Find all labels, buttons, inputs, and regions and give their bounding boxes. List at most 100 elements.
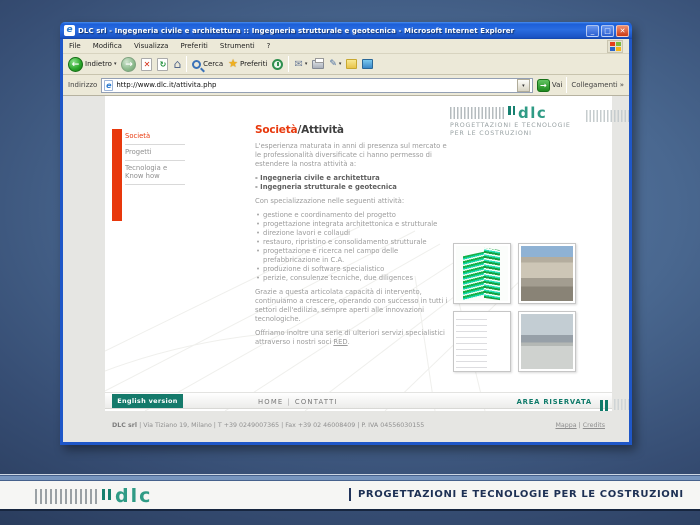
page-title: Società/Attività [255, 124, 453, 136]
mail-caret-icon: ▾ [305, 61, 308, 67]
discuss-button[interactable] [346, 59, 357, 69]
footer-divider [349, 488, 351, 501]
windows-logo-icon [607, 40, 623, 53]
footer-logo-text: dlc [115, 489, 152, 504]
back-caret-icon: ▾ [114, 61, 117, 67]
thumbnail-building-photo-3[interactable] [518, 311, 576, 372]
menu-item-file[interactable]: File [69, 42, 81, 50]
intro-paragraph: L'esperienza maturata in anni di presenz… [255, 142, 453, 169]
reserved-area-link[interactable]: AREA RISERVATA [517, 398, 592, 406]
search-icon [192, 60, 201, 69]
close-button[interactable]: ✕ [616, 25, 629, 37]
thumbnail-building-photo-1[interactable] [518, 243, 576, 304]
maximize-button[interactable]: □ [601, 25, 614, 37]
slide-footer-band: dlc PROGETTAZIONI E TECNOLOGIE PER LE CO… [0, 481, 700, 509]
search-label: Cerca [203, 60, 223, 68]
search-button[interactable]: Cerca [192, 60, 223, 69]
reserved-area-bars-icon [598, 396, 608, 415]
home-icon: ⌂ [173, 58, 181, 71]
footer-link-separator: | [579, 422, 581, 429]
map-link[interactable]: Mappa [555, 422, 576, 429]
site-tagline-line2: PER LE COSTRUZIONI [450, 130, 612, 138]
red-link[interactable]: RED [333, 338, 347, 346]
refresh-button[interactable]: ↻ [157, 58, 168, 71]
messenger-button[interactable] [362, 59, 373, 69]
nav-accent-bar [112, 129, 122, 221]
slide-footer-logo: dlc [35, 486, 152, 504]
forward-button[interactable]: → [121, 57, 136, 72]
back-label: Indietro [85, 60, 112, 68]
decor-stripes-bottom-right [614, 399, 629, 410]
go-icon: → [537, 79, 550, 92]
messenger-icon [362, 59, 373, 69]
favorites-label: Preferiti [240, 60, 267, 68]
sidebar-item-tecnologia[interactable]: Tecnologia e Know how [125, 161, 185, 185]
spec-intro: Con specializzazione nelle seguenti atti… [255, 197, 453, 206]
activity-bold-1: - Ingegneria civile e architettura [255, 174, 453, 183]
stop-button[interactable]: ✕ [141, 58, 152, 71]
edit-button[interactable]: ✎ ▾ [329, 59, 341, 69]
browser-viewport: dlc PROGETTAZIONI E TECNOLOGIE PER LE CO… [63, 96, 629, 442]
menu-item-strumenti[interactable]: Strumenti [220, 42, 255, 50]
home-link[interactable]: HOME [258, 398, 283, 406]
link-separator: | [287, 398, 291, 406]
address-label: Indirizzo [68, 81, 97, 89]
back-button[interactable]: ← Indietro ▾ [68, 57, 116, 72]
outro-paragraph-1: Grazie a questa articolata capacità di i… [255, 288, 453, 324]
webpage-content-card: dlc PROGETTAZIONI E TECNOLOGIE PER LE CO… [105, 96, 612, 411]
list-item: perizie, consulenze tecniche, due dilige… [255, 274, 453, 283]
sidebar-nav: Società Progetti Tecnologia e Know how [125, 129, 185, 185]
page-bottom-bar: English version HOME | CONTATTI AREA RISER… [105, 392, 612, 409]
thumbnail-structural-model[interactable] [453, 243, 511, 304]
url-page-icon: e [104, 80, 113, 91]
titlebar[interactable]: e DLC srl - Ingegneria civile e architet… [60, 22, 632, 39]
logo-bars-icon [506, 100, 515, 119]
address-dropdown-button[interactable]: ▾ [517, 79, 530, 92]
history-button[interactable] [272, 59, 283, 70]
go-label: Vai [552, 81, 562, 89]
menu-item-visualizza[interactable]: Visualizza [134, 42, 168, 50]
thumbnail-building-photo-2[interactable] [453, 311, 511, 372]
mail-button[interactable]: ✉ ▾ [294, 59, 307, 70]
list-item: gestione e coordinamento del progetto [255, 211, 453, 220]
contacts-link[interactable]: CONTATTI [295, 398, 338, 406]
window-title: DLC srl - Ingegneria civile e architettu… [78, 27, 586, 35]
print-icon [312, 60, 324, 69]
sidebar-item-progetti[interactable]: Progetti [125, 145, 185, 161]
favorites-button[interactable]: ★ Preferiti [228, 58, 267, 70]
footer-barcode-icon [35, 489, 99, 504]
presentation-slide: e DLC srl - Ingegneria civile e architet… [0, 0, 700, 525]
refresh-icon: ↻ [157, 58, 168, 71]
forward-icon: → [121, 57, 136, 72]
footer-logo-bars-icon [99, 485, 111, 504]
main-content: Società/Attività L'esperienza maturata i… [255, 124, 453, 352]
sidebar-item-societa[interactable]: Società [125, 129, 185, 145]
links-toolbar[interactable]: Collegamenti » [571, 81, 624, 89]
address-url[interactable]: http://www.dlc.it/attivita.php [116, 81, 514, 89]
home-button[interactable]: ⌂ [173, 58, 181, 71]
ie-page-icon: e [64, 25, 75, 36]
toolbar-separator [288, 56, 289, 72]
toolbar: ← Indietro ▾ → ✕ ↻ ⌂ Cerca ★ [63, 54, 629, 75]
footer-company: DLC srl [112, 422, 137, 429]
address-input[interactable]: e http://www.dlc.it/attivita.php ▾ [101, 78, 533, 93]
list-item: direzione lavori e collaudi [255, 229, 453, 238]
credits-link[interactable]: Credits [583, 422, 605, 429]
specialization-list: gestione e coordinamento del progetto pr… [255, 211, 453, 283]
minimize-button[interactable]: _ [586, 25, 599, 37]
menu-item-help[interactable]: ? [267, 42, 271, 50]
english-version-button[interactable]: English version [112, 394, 183, 408]
edit-caret-icon: ▾ [339, 61, 342, 67]
menu-item-modifica[interactable]: Modifica [93, 42, 122, 50]
footer-details: | Via Tiziano 19, Milano | T +39 0249007… [139, 422, 424, 429]
back-icon: ← [68, 57, 83, 72]
browser-window: e DLC srl - Ingegneria civile e architet… [60, 22, 632, 445]
page-footer: DLC srl| Via Tiziano 19, Milano | T +39 … [105, 422, 612, 429]
list-item: progettazione e ricerca nel campo delle … [255, 247, 453, 265]
go-button[interactable]: → Vai [537, 79, 562, 92]
print-button[interactable] [312, 60, 324, 69]
menu-item-preferiti[interactable]: Preferiti [180, 42, 207, 50]
toolbar-separator [186, 56, 187, 72]
favorites-star-icon: ★ [228, 58, 238, 70]
addressbar-separator [566, 77, 567, 93]
